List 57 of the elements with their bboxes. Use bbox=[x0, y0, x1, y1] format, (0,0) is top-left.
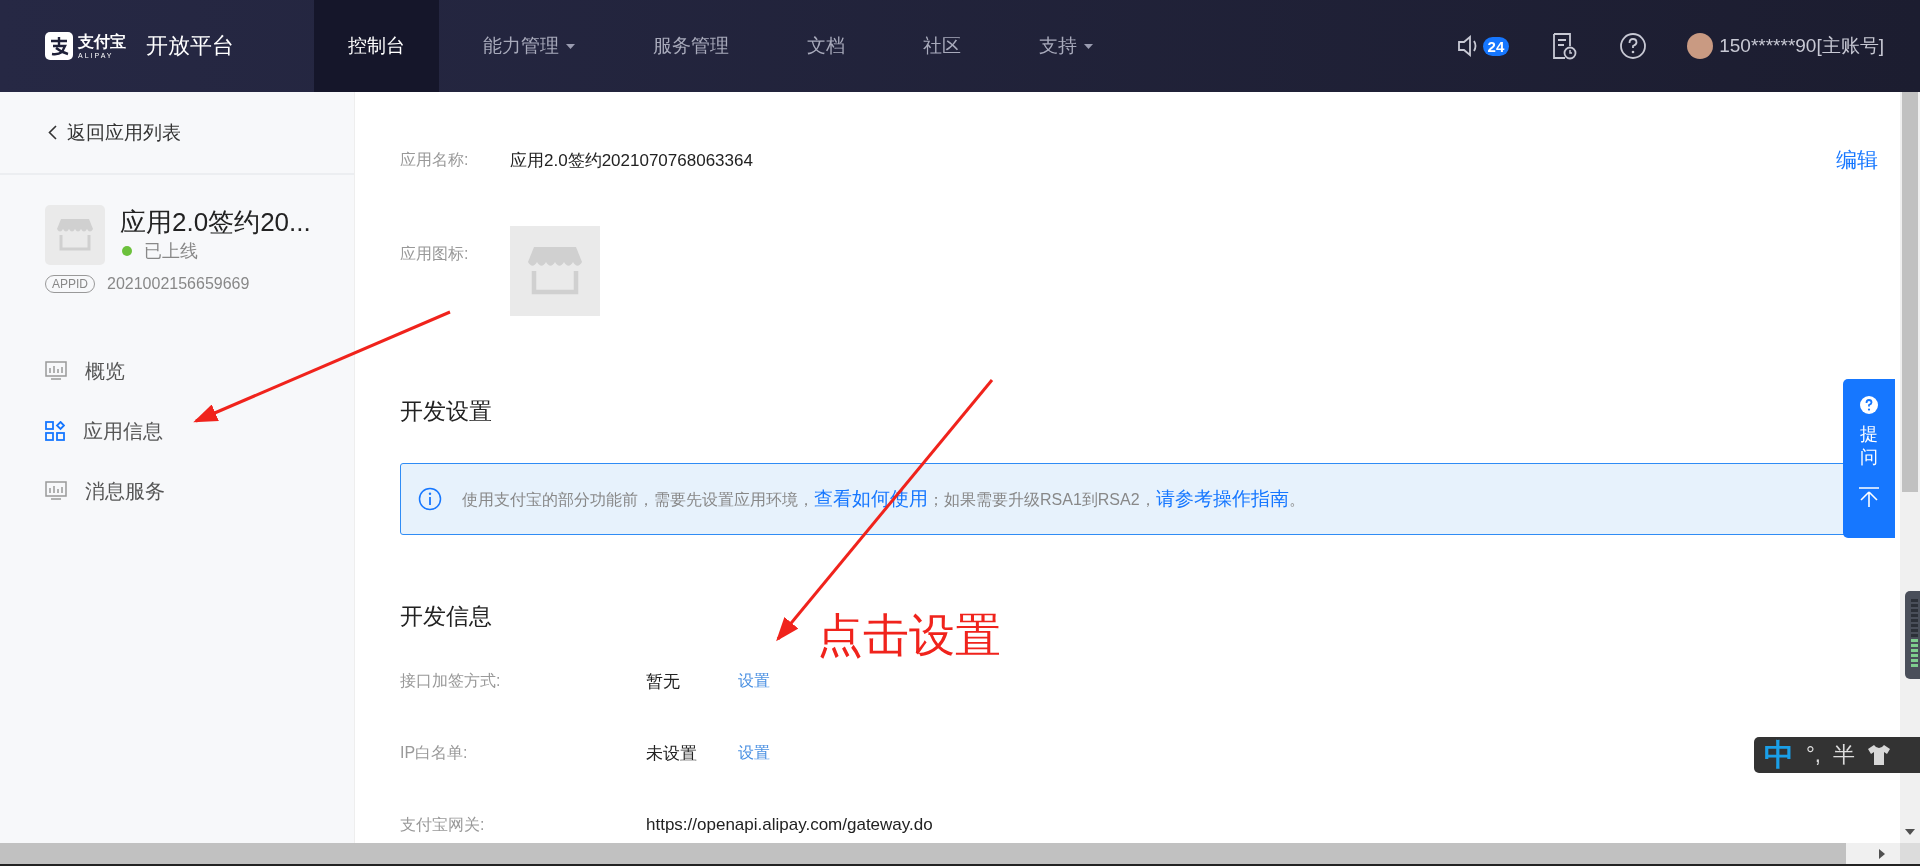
field-label: IP白名单: bbox=[400, 742, 469, 763]
logo-icon bbox=[45, 32, 73, 60]
nav-tab[interactable]: 文档 bbox=[773, 0, 879, 92]
platform-title: 开放平台 bbox=[146, 32, 234, 60]
shirt-icon[interactable] bbox=[1866, 744, 1891, 766]
notification-count: 24 bbox=[1482, 36, 1510, 56]
sidebar-item[interactable]: 应用信息 bbox=[45, 414, 354, 448]
info-icon bbox=[418, 487, 442, 511]
set-link[interactable]: 设置 bbox=[738, 670, 770, 692]
app-icon bbox=[45, 205, 105, 265]
field-value: 未设置 bbox=[646, 742, 698, 765]
chart-icon bbox=[45, 361, 67, 381]
chart-icon bbox=[45, 481, 67, 501]
app-name: 应用2.0签约20... bbox=[120, 206, 311, 239]
scroll-down-icon[interactable] bbox=[1905, 829, 1915, 835]
sidebar-item[interactable]: 消息服务 bbox=[45, 474, 354, 508]
annotation-text: 点击设置 bbox=[817, 608, 1001, 663]
sidebar-item[interactable]: 概览 bbox=[45, 354, 354, 388]
back-to-top-icon[interactable] bbox=[1858, 485, 1880, 508]
field-label: 接口加签方式: bbox=[400, 670, 502, 691]
nav-tab[interactable]: 支持 bbox=[1005, 0, 1127, 92]
section-title: 开发信息 bbox=[400, 602, 492, 631]
app-status: 已上线 bbox=[144, 240, 198, 263]
logo-text: 支付宝 bbox=[78, 33, 126, 50]
field-label: 应用名称: bbox=[400, 149, 470, 170]
grid-icon bbox=[45, 421, 65, 441]
back-link[interactable]: 返回应用列表 bbox=[0, 92, 354, 175]
app-name-value: 应用2.0签约2021070768063364 bbox=[510, 149, 753, 172]
nav-tab[interactable]: 服务管理 bbox=[619, 0, 763, 92]
chevron-left-icon bbox=[48, 125, 57, 140]
ime-punctuation[interactable]: °, bbox=[1806, 742, 1821, 768]
ime-mode[interactable]: 中 bbox=[1764, 740, 1794, 770]
scrollbar-corner bbox=[1900, 843, 1920, 864]
set-link[interactable]: 设置 bbox=[738, 742, 770, 764]
section-title: 开发设置 bbox=[400, 397, 492, 426]
field-value: 暂无 bbox=[646, 670, 681, 693]
edit-link[interactable]: 编辑 bbox=[1836, 146, 1878, 174]
scroll-right-icon[interactable] bbox=[1879, 848, 1885, 859]
ask-label: 提问 bbox=[1860, 423, 1878, 470]
status-dot bbox=[122, 246, 132, 256]
nav-tab[interactable]: 能力管理 bbox=[449, 0, 609, 92]
app-icon bbox=[510, 226, 600, 316]
account-name[interactable]: 150******90[主账号] bbox=[1719, 33, 1884, 59]
help-widget[interactable]: 提问 bbox=[1843, 379, 1895, 538]
document-clock-icon[interactable] bbox=[1551, 32, 1578, 60]
notice-link[interactable]: 请参考操作指南 bbox=[1155, 488, 1289, 509]
avatar[interactable] bbox=[1687, 33, 1714, 59]
field-value: https://openapi.alipay.com/gateway.do bbox=[646, 815, 933, 835]
appid-value: 2021002156659669 bbox=[107, 275, 250, 293]
ime-width[interactable]: 半 bbox=[1832, 740, 1855, 770]
field-label: 应用图标: bbox=[400, 244, 470, 264]
nav-tab[interactable]: 控制台 bbox=[314, 0, 439, 92]
question-icon bbox=[1859, 395, 1879, 415]
help-icon[interactable] bbox=[1619, 32, 1648, 60]
field-label: 支付宝网关: bbox=[400, 814, 486, 835]
nav-tab[interactable]: 社区 bbox=[889, 0, 995, 92]
scroll-thumb[interactable] bbox=[1902, 92, 1918, 492]
